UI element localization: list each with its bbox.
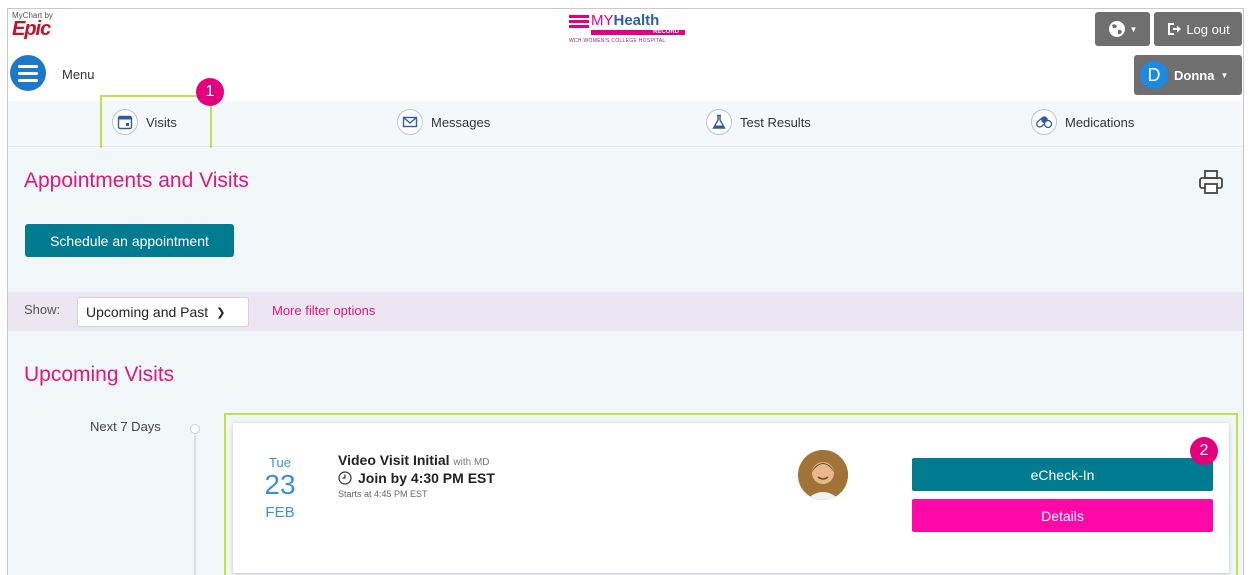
- visit-provider: with MD: [453, 457, 490, 468]
- provider-avatar: [798, 450, 848, 500]
- caret-down-icon: ▼: [1220, 70, 1229, 80]
- timeline-line: [194, 435, 196, 575]
- show-select-value: Upcoming and Past: [86, 304, 209, 320]
- flask-icon: [706, 109, 732, 135]
- pills-icon: [1031, 109, 1057, 135]
- menu-button[interactable]: [10, 55, 46, 91]
- menu-label[interactable]: Menu: [62, 67, 95, 82]
- visit-type: Video Visit Initial: [338, 452, 450, 468]
- show-label: Show:: [24, 302, 61, 317]
- hamburger-icon: [18, 64, 38, 68]
- mychart-epic-logo[interactable]: MyChart by Epic: [12, 11, 72, 47]
- step-badge-2: 2: [1190, 437, 1218, 465]
- clock-icon: [338, 471, 352, 485]
- nav-test-results-label: Test Results: [740, 114, 811, 130]
- show-select[interactable]: Upcoming and Past ❯: [77, 297, 249, 327]
- printer-icon[interactable]: [1197, 168, 1225, 196]
- visit-day-of-week: Tue: [269, 455, 291, 470]
- filter-bar: Show: Upcoming and Past ❯ More filter op…: [8, 292, 1243, 331]
- logout-button[interactable]: Log out: [1154, 12, 1242, 46]
- step-badge-1: 1: [196, 78, 224, 106]
- visit-card[interactable]: Tue 23 FEB Video Visit Initial with MD J…: [233, 423, 1229, 573]
- envelope-icon: [397, 109, 423, 135]
- visit-day: 23: [264, 469, 296, 500]
- echeck-in-button[interactable]: eCheck-In: [912, 458, 1213, 491]
- timeline-dot: [190, 424, 200, 434]
- visits-highlight-box: [100, 95, 212, 151]
- timeline-label: Next 7 Days: [90, 419, 161, 434]
- visit-title: Video Visit Initial with MD: [338, 452, 490, 468]
- user-menu-button[interactable]: D Donna ▼: [1134, 55, 1242, 95]
- language-button[interactable]: ▼: [1095, 12, 1150, 46]
- join-by-text: Join by 4:30 PM EST: [358, 470, 495, 486]
- brand-bars-icon: [569, 15, 589, 30]
- join-by-line: Join by 4:30 PM EST: [338, 470, 495, 486]
- logout-label: Log out: [1186, 21, 1230, 37]
- nav-messages-label: Messages: [431, 114, 491, 130]
- avatar: D: [1140, 61, 1168, 89]
- brand-wordmark: MYHealth: [591, 12, 659, 29]
- mychart-window: MyChart by Epic MYHealth RECORD WCH WOME…: [7, 8, 1244, 575]
- brand-health: Health: [613, 12, 660, 29]
- nav-messages[interactable]: Messages: [397, 107, 490, 137]
- chevron-down-icon: ▼: [1129, 24, 1138, 34]
- chevron-down-icon: ❯: [216, 306, 226, 319]
- user-name: Donna: [1174, 67, 1215, 83]
- logout-icon: [1168, 23, 1182, 35]
- epic-wordmark: Epic: [12, 18, 51, 40]
- main-content: Appointments and Visits Schedule an appo…: [8, 148, 1243, 575]
- more-filter-options-link[interactable]: More filter options: [272, 303, 375, 318]
- brand-my: MY: [591, 12, 614, 29]
- brand-hospital: WCH WOMEN'S COLLEGE HOSPITAL: [569, 38, 666, 44]
- page-title: Appointments and Visits: [24, 169, 249, 192]
- brand-record: RECORD: [653, 29, 680, 35]
- visit-start-time: Starts at 4:45 PM EST: [338, 489, 428, 499]
- nav-test-results[interactable]: Test Results: [706, 107, 811, 137]
- nav-medications[interactable]: Medications: [1031, 107, 1134, 137]
- details-button[interactable]: Details: [912, 499, 1213, 532]
- my-health-record-logo: MYHealth RECORD WCH WOMEN'S COLLEGE HOSP…: [569, 12, 709, 48]
- visit-month: FEB: [265, 504, 295, 521]
- schedule-appointment-button[interactable]: Schedule an appointment: [25, 224, 234, 257]
- nav-medications-label: Medications: [1065, 114, 1135, 130]
- globe-icon: [1108, 21, 1125, 37]
- header: MyChart by Epic MYHealth RECORD WCH WOME…: [8, 9, 1243, 101]
- upcoming-visits-heading: Upcoming Visits: [24, 363, 175, 386]
